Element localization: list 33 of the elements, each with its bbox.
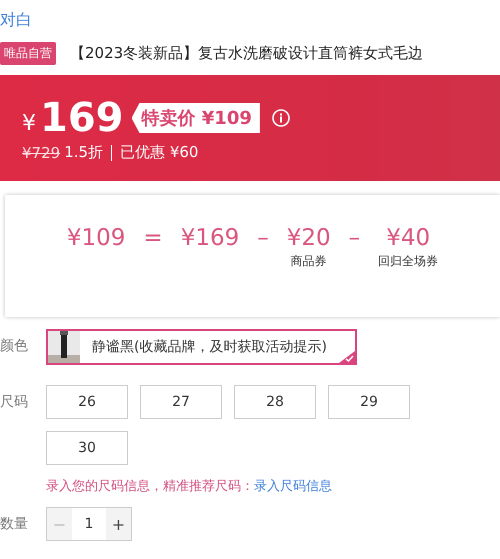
size-label: 尺码 (0, 393, 29, 412)
color-label: 颜色 (0, 337, 29, 356)
currency-symbol: ¥ (22, 110, 36, 136)
size-hint: 录入您的尺码信息，精准推荐尺码：录入尺码信息 (46, 478, 333, 495)
product-title: 【2023冬装新品】复古水洗磨破设计直筒裤女式毛边 (70, 44, 424, 63)
size-option[interactable]: 28 (234, 385, 316, 419)
current-price: 169 (40, 95, 124, 141)
size-option[interactable]: 27 (140, 385, 222, 419)
coupon-caption: 回归全场券 (378, 253, 438, 270)
size-option[interactable]: 26 (46, 385, 128, 419)
size-option[interactable]: 29 (328, 385, 410, 419)
check-icon (338, 351, 355, 363)
self-operated-tag: 唯品自营 (0, 42, 56, 65)
special-price-tag: 特卖价 ¥109 (132, 103, 260, 133)
size-info-link[interactable]: 录入尺码信息 (254, 479, 332, 494)
operator-sign: – (348, 225, 360, 253)
quantity-value[interactable]: 1 (72, 508, 106, 540)
breakdown-amount: ¥40 (386, 225, 430, 251)
coupon-caption: 商品券 (290, 253, 327, 270)
breakdown-amount: ¥109 (66, 225, 126, 251)
quantity-label: 数量 (0, 515, 29, 534)
breakdown-amount: ¥169 (180, 225, 240, 251)
size-option[interactable]: 30 (46, 431, 128, 465)
info-icon[interactable] (272, 109, 290, 127)
brand-link[interactable]: 对白 (0, 0, 500, 34)
plus-button[interactable]: + (106, 508, 131, 540)
operator-sign: = (143, 225, 163, 253)
discount-text: 1.5折 (64, 143, 104, 162)
color-option[interactable]: 静谧黑(收藏品牌，及时获取活动提示) (46, 329, 357, 365)
operator-sign: – (257, 225, 269, 253)
original-price: ¥729 (22, 144, 60, 162)
breakdown-amount: ¥20 (286, 225, 331, 251)
saved-amount: 已优惠 ¥60 (120, 143, 198, 162)
